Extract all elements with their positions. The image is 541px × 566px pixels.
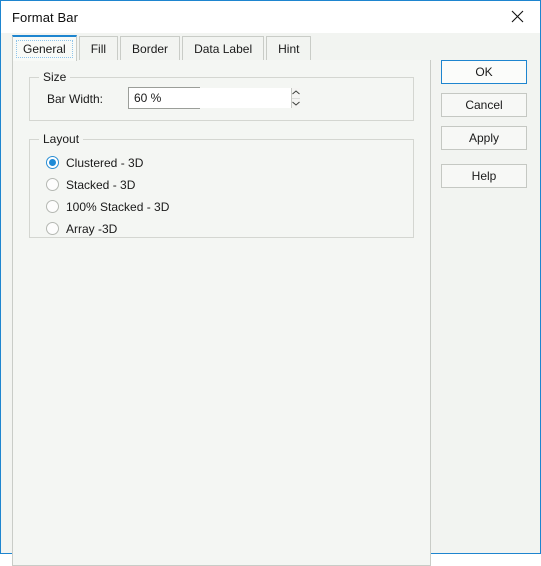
cancel-button[interactable]: Cancel [441, 93, 527, 117]
tab-fill[interactable]: Fill [78, 36, 119, 60]
chevron-up-icon[interactable] [292, 88, 300, 99]
tab-fill-label: Fill [90, 41, 107, 56]
radio-100-stacked-3d[interactable]: 100% Stacked - 3D [46, 198, 169, 215]
radio-mark-icon [46, 222, 59, 235]
dialog-client-area: General Fill Border Data Label Hint Size… [1, 33, 540, 566]
size-group-title: Size [39, 70, 71, 84]
title-bar: Format Bar [1, 1, 540, 33]
bar-width-spin-buttons [291, 88, 300, 108]
tab-general-label: General [23, 42, 66, 56]
format-bar-dialog: Format Bar General Fill Border Data Labe… [0, 0, 541, 566]
radio-mark-icon [46, 200, 59, 213]
tab-border[interactable]: Border [120, 36, 181, 60]
apply-button[interactable]: Apply [441, 126, 527, 150]
layout-group-box: Layout Clustered - 3D Stacked - 3D 100% … [29, 132, 414, 238]
radio-mark-icon [46, 178, 59, 191]
ok-button[interactable]: OK [441, 60, 527, 84]
radio-array-3d[interactable]: Array -3D [46, 220, 117, 237]
radio-array-3d-label: Array -3D [66, 221, 118, 236]
radio-clustered-3d[interactable]: Clustered - 3D [46, 154, 143, 171]
tab-border-label: Border [132, 41, 169, 56]
bar-width-spinner[interactable] [128, 87, 300, 109]
close-icon[interactable] [495, 1, 540, 32]
tab-strip: General Fill Border Data Label Hint [12, 35, 431, 61]
help-button[interactable]: Help [441, 164, 527, 188]
bar-width-label: Bar Width: [47, 92, 104, 106]
radio-stacked-3d-label: Stacked - 3D [66, 177, 136, 192]
radio-mark-icon [46, 156, 59, 169]
radio-clustered-3d-label: Clustered - 3D [66, 155, 144, 170]
size-group-box: Size Bar Width: [29, 70, 414, 121]
tab-hint[interactable]: Hint [266, 36, 312, 60]
layout-group-title: Layout [39, 132, 84, 146]
radio-stacked-3d[interactable]: Stacked - 3D [46, 176, 135, 193]
window-title: Format Bar [12, 9, 79, 25]
radio-100-stacked-3d-label: 100% Stacked - 3D [66, 199, 170, 214]
tab-general[interactable]: General [12, 35, 77, 61]
tab-data-label[interactable]: Data Label [182, 36, 265, 60]
tab-hint-label: Hint [278, 41, 300, 56]
bar-width-input[interactable] [129, 88, 291, 108]
chevron-down-icon[interactable] [292, 99, 300, 109]
tab-data-label-label: Data Label [194, 41, 253, 56]
tab-page-general: Size Bar Width: 60 % Layout Clustered - … [12, 60, 431, 566]
dialog-button-column: OK Cancel Apply Help [441, 60, 527, 197]
